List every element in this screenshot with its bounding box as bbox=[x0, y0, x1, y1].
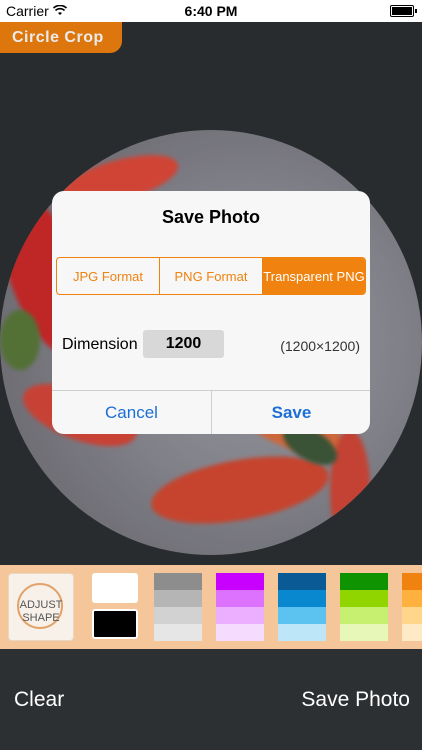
status-bar: Carrier 6:40 PM bbox=[0, 0, 422, 22]
swatch-orange-3[interactable] bbox=[402, 607, 422, 624]
swatch-green-2[interactable] bbox=[340, 590, 388, 607]
swatch-gray-1[interactable] bbox=[154, 573, 202, 590]
swatch-column-gray bbox=[154, 573, 202, 641]
dimension-input[interactable]: 1200 bbox=[143, 330, 224, 358]
swatch-white[interactable] bbox=[92, 573, 138, 603]
dimension-label: Dimension bbox=[62, 336, 138, 353]
swatch-purple-1[interactable] bbox=[216, 573, 264, 590]
swatch-gray-3[interactable] bbox=[154, 607, 202, 624]
save-button[interactable]: Save bbox=[212, 391, 370, 434]
swatch-blue-2[interactable] bbox=[278, 590, 326, 607]
swatch-purple-4[interactable] bbox=[216, 624, 264, 641]
swatch-green-1[interactable] bbox=[340, 573, 388, 590]
adjust-shape-label: ADJUST SHAPE bbox=[19, 599, 63, 624]
swatch-column-purple bbox=[216, 573, 264, 641]
dialog-title: Save Photo bbox=[161, 207, 261, 227]
swatch-orange-2[interactable] bbox=[402, 590, 422, 607]
cancel-button[interactable]: Cancel bbox=[52, 391, 211, 434]
adjust-shape-button[interactable]: ADJUST SHAPE bbox=[8, 573, 74, 641]
color-palette: ADJUST SHAPE bbox=[0, 565, 422, 649]
swatch-green-4[interactable] bbox=[340, 624, 388, 641]
swatch-black-selected[interactable] bbox=[92, 609, 138, 639]
swatch-column-orange bbox=[402, 573, 422, 641]
swatch-column-blue bbox=[278, 573, 326, 641]
format-transparent-png-option[interactable]: Transparent PNG bbox=[263, 258, 365, 294]
swatch-gray-2[interactable] bbox=[154, 590, 202, 607]
format-png-option[interactable]: PNG Format bbox=[160, 258, 263, 294]
swatch-purple-3[interactable] bbox=[216, 607, 264, 624]
swatch-column-green bbox=[340, 573, 388, 641]
swatch-orange-4[interactable] bbox=[402, 624, 422, 641]
battery-icon bbox=[390, 5, 417, 17]
save-photo-button[interactable]: Save Photo bbox=[301, 688, 410, 712]
dimension-preview: (1200×1200) bbox=[280, 338, 360, 354]
swatch-gray-4[interactable] bbox=[154, 624, 202, 641]
save-photo-dialog: Save Photo JPG Format PNG Format Transpa… bbox=[52, 191, 370, 434]
bottom-toolbar: Clear Save Photo bbox=[0, 649, 422, 750]
swatch-purple-2[interactable] bbox=[216, 590, 264, 607]
swatch-blue-4[interactable] bbox=[278, 624, 326, 641]
swatch-orange-1[interactable] bbox=[402, 573, 422, 590]
swatch-blue-1[interactable] bbox=[278, 573, 326, 590]
format-jpg-option[interactable]: JPG Format bbox=[57, 258, 160, 294]
swatch-blue-3[interactable] bbox=[278, 607, 326, 624]
clear-button[interactable]: Clear bbox=[14, 688, 64, 712]
status-time: 6:40 PM bbox=[184, 3, 238, 19]
swatch-green-3[interactable] bbox=[340, 607, 388, 624]
format-segmented-control: JPG Format PNG Format Transparent PNG bbox=[56, 257, 366, 295]
